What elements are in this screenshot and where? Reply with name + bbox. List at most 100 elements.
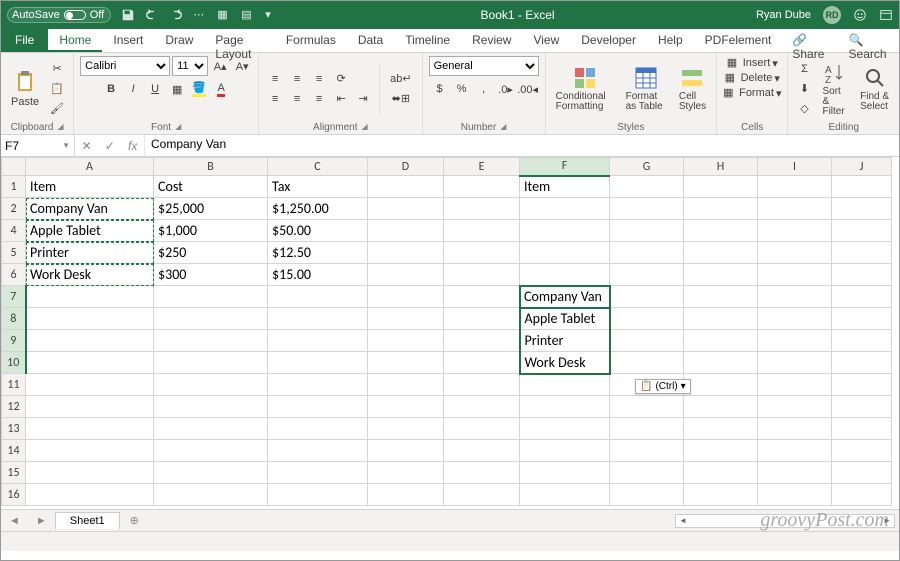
cell[interactable] [154, 308, 268, 330]
cell[interactable] [610, 418, 684, 440]
cell[interactable]: Printer [26, 242, 154, 264]
tab-home[interactable]: Home [48, 29, 102, 52]
align-top-icon[interactable]: ≡ [265, 70, 285, 88]
cell[interactable] [832, 396, 892, 418]
cell[interactable] [368, 484, 444, 506]
cell[interactable] [444, 308, 520, 330]
cell[interactable]: Printer [520, 330, 610, 352]
cell[interactable] [368, 242, 444, 264]
align-middle-icon[interactable]: ≡ [287, 70, 307, 88]
cell[interactable] [610, 308, 684, 330]
row-header[interactable]: 16 [2, 484, 26, 506]
select-all-corner[interactable] [2, 158, 26, 176]
ribbon-display-icon[interactable] [879, 8, 893, 22]
paste-button[interactable]: Paste [7, 68, 43, 110]
cell[interactable]: Company Van [26, 198, 154, 220]
cell[interactable] [610, 330, 684, 352]
user-name[interactable]: Ryan Dube [756, 9, 811, 21]
cell[interactable] [758, 176, 832, 198]
cell[interactable] [684, 198, 758, 220]
cell[interactable] [520, 440, 610, 462]
cell[interactable] [832, 418, 892, 440]
cell[interactable] [26, 418, 154, 440]
cell[interactable] [26, 462, 154, 484]
cell[interactable]: Work Desk [520, 352, 610, 374]
cell[interactable] [610, 176, 684, 198]
cell[interactable] [444, 352, 520, 374]
cell[interactable]: $12.50 [268, 242, 368, 264]
tab-review[interactable]: Review [461, 29, 522, 52]
cell[interactable]: $25,000 [154, 198, 268, 220]
increase-decimal-icon[interactable]: .0▸ [496, 80, 516, 98]
dialog-launcher-icon[interactable]: ◢ [500, 122, 506, 133]
tab-data[interactable]: Data [347, 29, 394, 52]
col-header[interactable]: I [758, 158, 832, 176]
col-header[interactable]: C [268, 158, 368, 176]
row-header[interactable]: 1 [2, 176, 26, 198]
face-icon[interactable] [853, 8, 867, 22]
save-icon[interactable] [121, 8, 135, 22]
row-header[interactable]: 2 [2, 198, 26, 220]
cell[interactable] [268, 484, 368, 506]
insert-cells-button[interactable]: ▦Insert ▾ [727, 56, 778, 70]
cell[interactable] [154, 396, 268, 418]
cell[interactable] [154, 352, 268, 374]
row-header[interactable]: 10 [2, 352, 26, 374]
cell[interactable] [610, 242, 684, 264]
font-name-select[interactable]: Calibri [80, 56, 170, 76]
cell[interactable] [26, 330, 154, 352]
row-header[interactable]: 4 [2, 220, 26, 242]
autosum-icon[interactable]: Σ [794, 60, 814, 78]
cell[interactable] [368, 264, 444, 286]
cell[interactable] [368, 374, 444, 396]
spreadsheet-grid[interactable]: A B C D E F G H I J 1ItemCostTaxItem 2Co… [1, 157, 899, 509]
cell[interactable] [154, 462, 268, 484]
align-right-icon[interactable]: ≡ [309, 90, 329, 108]
cell[interactable] [832, 330, 892, 352]
cell[interactable] [684, 286, 758, 308]
cell[interactable] [832, 198, 892, 220]
cut-button[interactable]: ✂ [47, 60, 67, 78]
cell[interactable] [154, 330, 268, 352]
number-format-select[interactable]: General [429, 56, 539, 76]
cell[interactable] [832, 308, 892, 330]
cell[interactable] [154, 374, 268, 396]
cell[interactable] [610, 264, 684, 286]
tab-insert[interactable]: Insert [102, 29, 154, 52]
fill-color-button[interactable]: 🪣 [189, 80, 209, 98]
cell[interactable] [368, 220, 444, 242]
qat-icon[interactable]: ▤ [241, 8, 255, 22]
row-header[interactable]: 13 [2, 418, 26, 440]
align-bottom-icon[interactable]: ≡ [309, 70, 329, 88]
row-header[interactable]: 12 [2, 396, 26, 418]
cell[interactable] [268, 418, 368, 440]
cell[interactable] [758, 396, 832, 418]
cell[interactable] [26, 352, 154, 374]
cell[interactable]: $50.00 [268, 220, 368, 242]
cell[interactable] [444, 440, 520, 462]
cell[interactable]: Work Desk [26, 264, 154, 286]
cell[interactable] [268, 330, 368, 352]
decrease-decimal-icon[interactable]: .00◂ [518, 80, 538, 98]
format-cells-button[interactable]: ▦Format ▾ [723, 86, 781, 100]
cell[interactable] [684, 308, 758, 330]
cell[interactable] [520, 264, 610, 286]
row-header[interactable]: 9 [2, 330, 26, 352]
cell[interactable] [154, 484, 268, 506]
cell[interactable] [368, 308, 444, 330]
row-header[interactable]: 11 [2, 374, 26, 396]
enter-formula-icon[interactable]: ✓ [105, 139, 115, 153]
merge-center-button[interactable]: ⬌⊞ [386, 90, 415, 108]
cell[interactable] [758, 308, 832, 330]
cell[interactable] [444, 330, 520, 352]
tab-help[interactable]: Help [647, 29, 694, 52]
increase-indent-icon[interactable]: ⇥ [353, 90, 373, 108]
cell[interactable] [758, 330, 832, 352]
cell[interactable] [832, 220, 892, 242]
cell[interactable] [154, 286, 268, 308]
cell[interactable] [268, 374, 368, 396]
cell[interactable] [26, 440, 154, 462]
cell[interactable]: Tax [268, 176, 368, 198]
cell[interactable] [444, 396, 520, 418]
tab-developer[interactable]: Developer [570, 29, 647, 52]
